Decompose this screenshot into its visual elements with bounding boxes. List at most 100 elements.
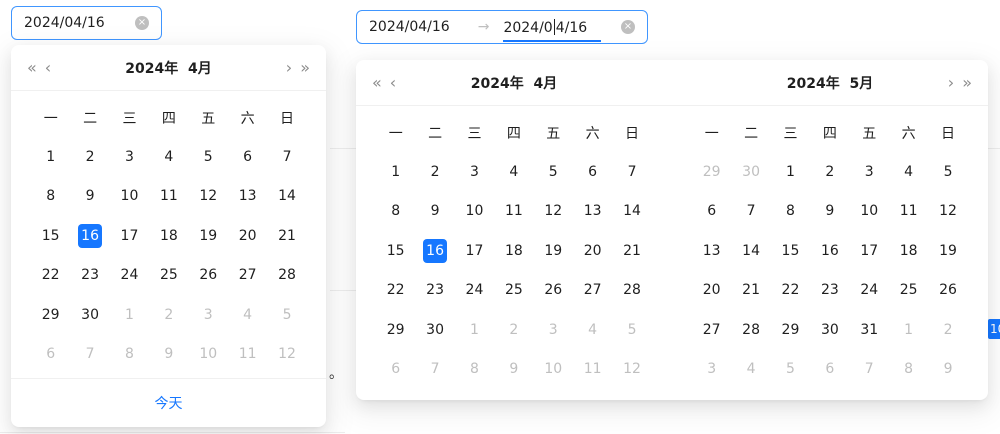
calendar-day[interactable]: 21 (731, 271, 770, 310)
calendar-day[interactable]: 23 (415, 271, 454, 310)
calendar-day[interactable]: 9 (928, 349, 967, 388)
super-prev-icon[interactable]: « (23, 58, 41, 77)
calendar-day[interactable]: 13 (692, 231, 731, 270)
calendar-day[interactable]: 5 (534, 152, 573, 191)
calendar-day[interactable]: 10 (189, 334, 228, 373)
calendar-day[interactable]: 24 (455, 271, 494, 310)
calendar-day[interactable]: 26 (928, 271, 967, 310)
calendar-day[interactable]: 3 (850, 152, 889, 191)
calendar-day[interactable]: 2 (494, 310, 533, 349)
calendar-day[interactable]: 7 (850, 349, 889, 388)
calendar-day[interactable]: 6 (573, 152, 612, 191)
calendar-day[interactable]: 29 (376, 310, 415, 349)
calendar-day[interactable]: 19 (189, 216, 228, 255)
range-date-input[interactable]: 2024/04/16 → 2024/0 4/16 × (356, 10, 648, 44)
calendar-title[interactable]: 2024年 5月 (787, 73, 873, 93)
calendar-day[interactable]: 15 (376, 231, 415, 270)
clear-icon[interactable]: × (621, 20, 635, 34)
calendar-day[interactable]: 24 (110, 256, 149, 295)
calendar-day[interactable]: 25 (494, 271, 533, 310)
calendar-day[interactable]: 8 (455, 349, 494, 388)
calendar-day[interactable]: 12 (928, 192, 967, 231)
calendar-day[interactable]: 7 (70, 334, 109, 373)
super-prev-icon[interactable]: « (368, 73, 386, 92)
super-next-icon[interactable]: » (296, 58, 314, 77)
calendar-day[interactable]: 9 (415, 192, 454, 231)
calendar-day[interactable]: 14 (267, 177, 306, 216)
calendar-day[interactable]: 21 (267, 216, 306, 255)
calendar-day[interactable]: 12 (612, 349, 651, 388)
calendar-day[interactable]: 8 (31, 177, 70, 216)
calendar-day[interactable]: 2 (149, 295, 188, 334)
calendar-day[interactable]: 6 (376, 349, 415, 388)
calendar-day[interactable]: 14 (731, 231, 770, 270)
calendar-day[interactable]: 8 (771, 192, 810, 231)
calendar-day[interactable]: 3 (110, 137, 149, 176)
calendar-day[interactable]: 8 (110, 334, 149, 373)
calendar-day[interactable]: 17 (110, 216, 149, 255)
calendar-day[interactable]: 15 (31, 216, 70, 255)
calendar-day[interactable]: 10 (534, 349, 573, 388)
calendar-day[interactable]: 2 (928, 310, 967, 349)
calendar-day[interactable]: 29 (771, 310, 810, 349)
calendar-day[interactable]: 22 (771, 271, 810, 310)
calendar-day[interactable]: 19 (928, 231, 967, 270)
calendar-day[interactable]: 6 (810, 349, 849, 388)
calendar-day[interactable]: 21 (612, 231, 651, 270)
calendar-day[interactable]: 29 (692, 152, 731, 191)
calendar-day[interactable]: 28 (612, 271, 651, 310)
calendar-day[interactable]: 18 (889, 231, 928, 270)
calendar-day[interactable]: 20 (228, 216, 267, 255)
calendar-day[interactable]: 7 (612, 152, 651, 191)
calendar-day[interactable]: 28 (267, 256, 306, 295)
calendar-day[interactable]: 15 (771, 231, 810, 270)
calendar-day[interactable]: 1 (771, 152, 810, 191)
next-icon[interactable]: › (944, 73, 958, 92)
today-link[interactable]: 今天 (155, 393, 183, 413)
calendar-day[interactable]: 8 (889, 349, 928, 388)
calendar-day[interactable]: 1 (110, 295, 149, 334)
calendar-day[interactable]: 1 (455, 310, 494, 349)
calendar-day[interactable]: 30 (70, 295, 109, 334)
calendar-day[interactable]: 18 (149, 216, 188, 255)
calendar-title[interactable]: 2024年 4月 (125, 58, 211, 78)
calendar-day[interactable]: 4 (494, 152, 533, 191)
calendar-day[interactable]: 31 (850, 310, 889, 349)
calendar-day[interactable]: 9 (70, 177, 109, 216)
calendar-day[interactable]: 11 (494, 192, 533, 231)
calendar-day[interactable]: 3 (534, 310, 573, 349)
calendar-day[interactable]: 9 (149, 334, 188, 373)
calendar-day[interactable]: 7 (267, 137, 306, 176)
calendar-day[interactable]: 18 (494, 231, 533, 270)
calendar-day[interactable]: 20 (692, 271, 731, 310)
calendar-day[interactable]: 13 (573, 192, 612, 231)
calendar-day[interactable]: 4 (731, 349, 770, 388)
calendar-day[interactable]: 22 (31, 256, 70, 295)
calendar-day[interactable]: 1 (31, 137, 70, 176)
calendar-day-selected[interactable]: 16 (415, 231, 454, 270)
calendar-day[interactable]: 11 (573, 349, 612, 388)
calendar-day[interactable]: 23 (70, 256, 109, 295)
calendar-day[interactable]: 28 (731, 310, 770, 349)
calendar-day[interactable]: 6 (31, 334, 70, 373)
calendar-day[interactable]: 5 (612, 310, 651, 349)
single-date-input[interactable]: 2024/04/16 × (11, 6, 162, 40)
calendar-day[interactable]: 8 (376, 192, 415, 231)
calendar-day[interactable]: 4 (573, 310, 612, 349)
calendar-day[interactable]: 19 (534, 231, 573, 270)
super-next-icon[interactable]: » (958, 73, 976, 92)
calendar-day[interactable]: 26 (189, 256, 228, 295)
calendar-day[interactable]: 30 (731, 152, 770, 191)
calendar-day[interactable]: 9 (810, 192, 849, 231)
calendar-day-selected[interactable]: 16 (70, 216, 109, 255)
calendar-day[interactable]: 5 (267, 295, 306, 334)
calendar-day[interactable]: 16 (810, 231, 849, 270)
calendar-day[interactable]: 17 (455, 231, 494, 270)
calendar-day[interactable]: 17 (850, 231, 889, 270)
calendar-day[interactable]: 3 (692, 349, 731, 388)
calendar-day[interactable]: 10 (110, 177, 149, 216)
range-start-value[interactable]: 2024/04/16 (369, 19, 450, 35)
calendar-day[interactable]: 7 (731, 192, 770, 231)
calendar-day[interactable]: 14 (612, 192, 651, 231)
calendar-day[interactable]: 7 (415, 349, 454, 388)
